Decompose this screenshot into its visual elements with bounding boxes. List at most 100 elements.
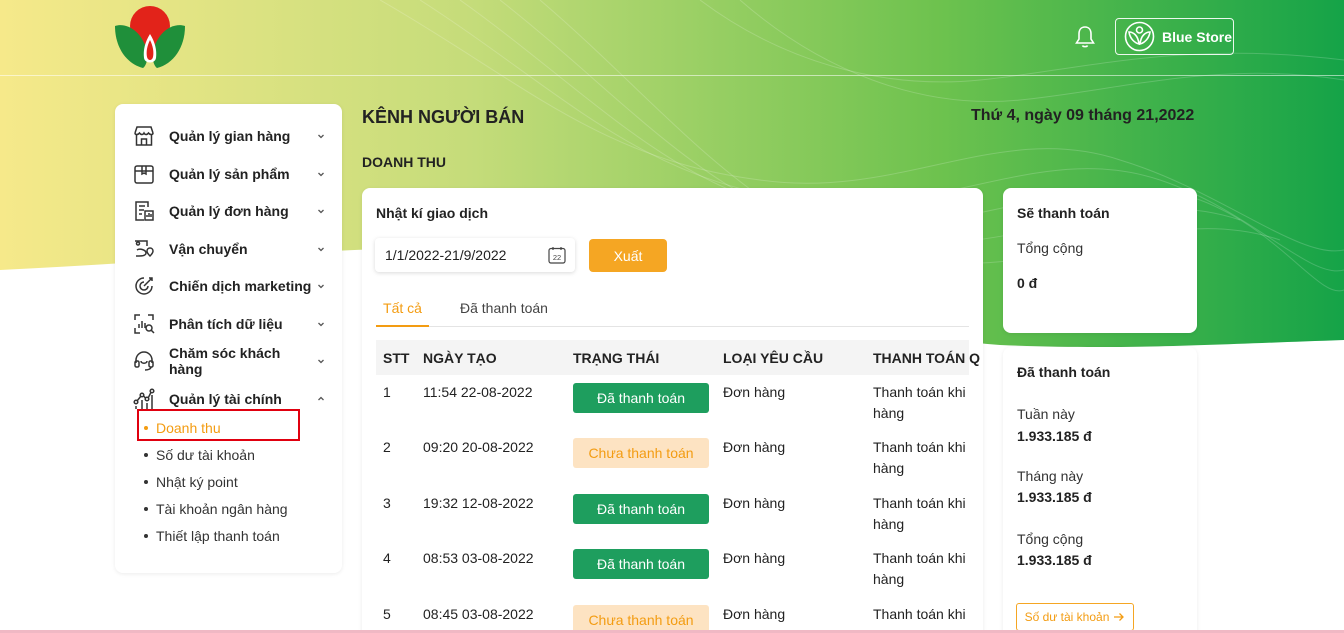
- headset-icon: [134, 351, 154, 371]
- chevron-down-icon: [318, 322, 324, 327]
- account-balance-button[interactable]: Số dư tài khoản: [1016, 603, 1134, 631]
- calendar-icon[interactable]: 22: [547, 245, 567, 265]
- sidebar-subitem-label: Tài khoản ngân hàng: [156, 501, 288, 517]
- current-date: Thứ 4, ngày 09 tháng 21,2022: [971, 107, 1195, 124]
- row-index: 4: [383, 550, 391, 566]
- date-range-input[interactable]: 1/1/2022-21/9/2022 22: [375, 238, 575, 272]
- order-icon: [135, 201, 154, 221]
- campaign-icon: [135, 277, 153, 295]
- store-avatar-icon: [1124, 21, 1155, 52]
- status-badge: Chưa thanh toán: [573, 438, 709, 468]
- bullet-dot: [144, 480, 148, 484]
- table-header: STT NGÀY TẠO TRẠNG THÁI LOẠI YÊU CẦU THA…: [376, 340, 980, 375]
- row-created-date: 19:32 12-08-2022: [423, 495, 534, 511]
- chevron-down-icon: [318, 209, 324, 214]
- calendar-day: 22: [553, 253, 561, 262]
- total-value: 1.933.185 đ: [1017, 552, 1092, 568]
- column-header: NGÀY TẠO: [423, 350, 497, 366]
- notification-bell-icon[interactable]: [1072, 24, 1098, 50]
- status-badge: Chưa thanh toán: [573, 605, 709, 633]
- sidebar-item-label: Quản lý đơn hàng: [169, 203, 289, 219]
- transaction-log-card: Nhật kí giao dịch 1/1/2022-21/9/2022 22 …: [362, 188, 983, 633]
- row-request-type: Đơn hàng: [723, 550, 786, 566]
- total-label: Tổng cộng: [1017, 531, 1084, 547]
- store-icon: [134, 126, 154, 146]
- card-title: Nhật kí giao dịch: [376, 205, 489, 221]
- sidebar-subitem-label: Nhật ký point: [156, 474, 238, 490]
- sidebar-item-label: Phân tích dữ liệu: [169, 316, 283, 332]
- sidebar-item-customer-care[interactable]: Chăm sóc khách hàng: [132, 345, 326, 377]
- sidebar-item-label: Chăm sóc khách hàng: [169, 345, 281, 377]
- store-name: Blue Store: [1162, 28, 1233, 45]
- analytics-icon: [134, 314, 155, 334]
- row-payment-method: Thanh toán khi hàng: [873, 495, 966, 532]
- week-value: 1.933.185 đ: [1017, 428, 1092, 444]
- highlight-annotation-box: [137, 409, 300, 441]
- row-created-date: 08:53 03-08-2022: [423, 550, 534, 566]
- total-label: Tổng cộng: [1017, 240, 1084, 256]
- sidebar-item-label: Quản lý tài chính: [169, 391, 282, 407]
- export-button[interactable]: Xuất: [589, 239, 667, 272]
- row-index: 1: [383, 384, 391, 400]
- tab-bar: Tất cả Đã thanh toán: [376, 300, 969, 327]
- sidebar-item-data-analytics[interactable]: Phân tích dữ liệu: [132, 310, 326, 338]
- sidebar-item-shipping[interactable]: Vận chuyển: [132, 235, 326, 263]
- box-icon: [134, 165, 154, 184]
- paid-summary-card: Đã thanh toán Tuần này 1.933.185 đ Tháng…: [1003, 347, 1197, 633]
- row-request-type: Đơn hàng: [723, 384, 786, 400]
- sidebar-item-label: Vận chuyển: [169, 241, 248, 257]
- sidebar: Quản lý gian hàng Quản lý sản phẩm Quản …: [115, 104, 342, 573]
- section-title: DOANH THU: [362, 154, 446, 170]
- sidebar-subitem-payment-settings[interactable]: Thiết lập thanh toán: [144, 526, 280, 546]
- column-header: STT: [383, 350, 410, 366]
- sidebar-subitem-label: Thiết lập thanh toán: [156, 528, 280, 544]
- card-title: Sẽ thanh toán: [1017, 205, 1110, 221]
- month-label: Tháng này: [1017, 468, 1084, 484]
- chevron-down-icon: [318, 359, 324, 364]
- status-badge: Đã thanh toán: [573, 383, 709, 413]
- card-title: Đã thanh toán: [1017, 364, 1111, 380]
- sidebar-item-label: Quản lý sản phẩm: [169, 166, 290, 182]
- row-payment-method: Thanh toán khi hàng: [873, 606, 966, 633]
- chevron-down-icon: [318, 284, 324, 289]
- row-payment-method: Thanh toán khi hàng: [873, 384, 966, 421]
- arrow-right-icon: [1114, 613, 1125, 621]
- row-index: 5: [383, 606, 391, 622]
- shipping-icon: [135, 240, 154, 258]
- sidebar-item-product-management[interactable]: Quản lý sản phẩm: [132, 160, 326, 188]
- sidebar-subitem-bank-account[interactable]: Tài khoản ngân hàng: [144, 499, 288, 519]
- bullet-dot: [144, 534, 148, 538]
- row-request-type: Đơn hàng: [723, 606, 786, 622]
- sidebar-subitem-account-balance[interactable]: Số dư tài khoản: [144, 445, 255, 465]
- finance-icon: [133, 388, 155, 409]
- tab-paid[interactable]: Đã thanh toán: [460, 300, 548, 327]
- chevron-down-icon: [318, 247, 324, 252]
- chevron-up-icon: [318, 396, 324, 401]
- row-created-date: 11:54 22-08-2022: [423, 384, 533, 400]
- row-request-type: Đơn hàng: [723, 495, 786, 511]
- sidebar-item-marketing-campaign[interactable]: Chiến dịch marketing: [132, 272, 326, 300]
- upcoming-payment-card: Sẽ thanh toán Tổng cộng 0 đ: [1003, 188, 1197, 333]
- row-payment-method: Thanh toán khi hàng: [873, 439, 966, 476]
- tab-all[interactable]: Tất cả: [376, 300, 429, 327]
- balance-button-label: Số dư tài khoản: [1024, 610, 1110, 624]
- chevron-down-icon: [318, 172, 324, 177]
- page-title: KÊNH NGƯỜI BÁN: [362, 107, 525, 127]
- sidebar-item-store-management[interactable]: Quản lý gian hàng: [132, 122, 326, 150]
- row-request-type: Đơn hàng: [723, 439, 786, 455]
- row-index: 3: [383, 495, 391, 511]
- column-header: THANH TOÁN Q: [873, 350, 981, 366]
- row-created-date: 08:45 03-08-2022: [423, 606, 534, 622]
- sidebar-subitem-point-log[interactable]: Nhật ký point: [144, 472, 238, 492]
- week-label: Tuần này: [1017, 406, 1075, 422]
- row-payment-method: Thanh toán khi hàng: [873, 550, 966, 587]
- sidebar-item-label: Quản lý gian hàng: [169, 128, 291, 144]
- top-header: Blue Store: [0, 0, 1344, 76]
- total-value: 0 đ: [1017, 275, 1038, 291]
- brand-logo-icon[interactable]: [113, 4, 187, 70]
- month-value: 1.933.185 đ: [1017, 489, 1092, 505]
- sidebar-item-order-management[interactable]: Quản lý đơn hàng: [132, 197, 326, 225]
- sidebar-item-label: Chiến dịch marketing: [169, 278, 312, 294]
- column-header: TRẠNG THÁI: [573, 350, 660, 366]
- store-account-button[interactable]: Blue Store: [1115, 18, 1234, 55]
